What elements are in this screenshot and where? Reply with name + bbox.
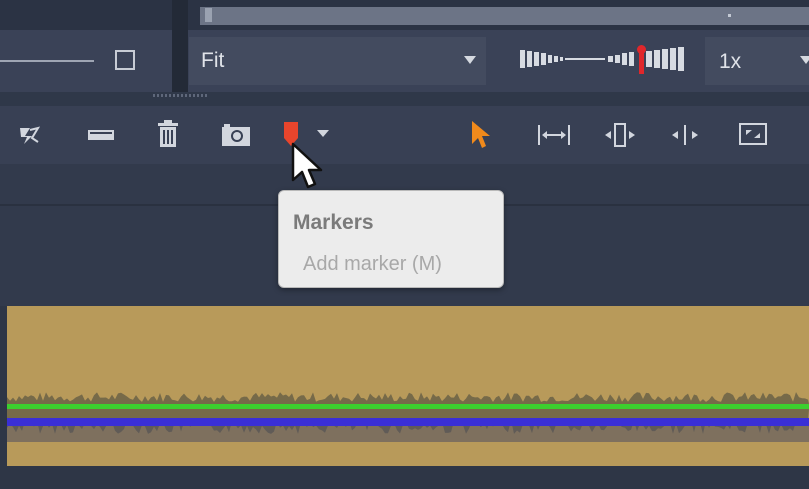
timeline-toolbar — [0, 106, 809, 164]
panel-divider — [172, 0, 188, 92]
chevron-down-icon — [800, 56, 809, 64]
slip-icon[interactable] — [671, 124, 699, 146]
pointer-icon[interactable] — [471, 120, 493, 150]
chevron-down-icon — [464, 56, 476, 64]
playback-speed-dropdown[interactable]: 1x — [705, 37, 809, 85]
scissors-split-icon[interactable] — [18, 124, 40, 146]
markers-tooltip: Markers Add marker (M) — [278, 190, 504, 288]
slide-icon[interactable] — [739, 122, 767, 146]
timeline-scrollbar[interactable] — [200, 7, 809, 25]
audio-waveform — [7, 392, 809, 442]
zoom-fit-dropdown[interactable]: Fit — [189, 37, 486, 85]
zoom-fit-label: Fit — [201, 49, 225, 72]
audio-clip[interactable] — [7, 306, 809, 468]
scrollbar-marker — [728, 14, 731, 17]
zoom-handle[interactable] — [639, 52, 644, 74]
ripple-trim-icon[interactable] — [537, 124, 571, 146]
dropdown-arrow-icon[interactable] — [317, 130, 329, 138]
razor-icon[interactable] — [88, 128, 114, 142]
zoom-slider[interactable] — [520, 38, 700, 82]
tooltip-description: Add marker (M) — [303, 253, 442, 275]
track-footer — [0, 466, 809, 489]
track-gutter — [0, 306, 7, 468]
trash-icon[interactable] — [157, 120, 179, 148]
tooltip-title: Markers — [293, 211, 374, 234]
zoom-handle-knob[interactable] — [637, 45, 646, 54]
scrollbar-thumb[interactable] — [205, 8, 212, 22]
panel-resize-grip[interactable] — [153, 94, 209, 97]
checkbox[interactable] — [115, 50, 135, 70]
volume-slider[interactable] — [0, 60, 94, 62]
mouse-cursor-icon — [291, 142, 323, 189]
playback-speed-label: 1x — [719, 50, 742, 73]
rolling-edit-icon[interactable] — [604, 122, 636, 148]
zoom-scale-icon — [520, 47, 684, 71]
snapshot-camera-icon[interactable] — [222, 124, 250, 146]
